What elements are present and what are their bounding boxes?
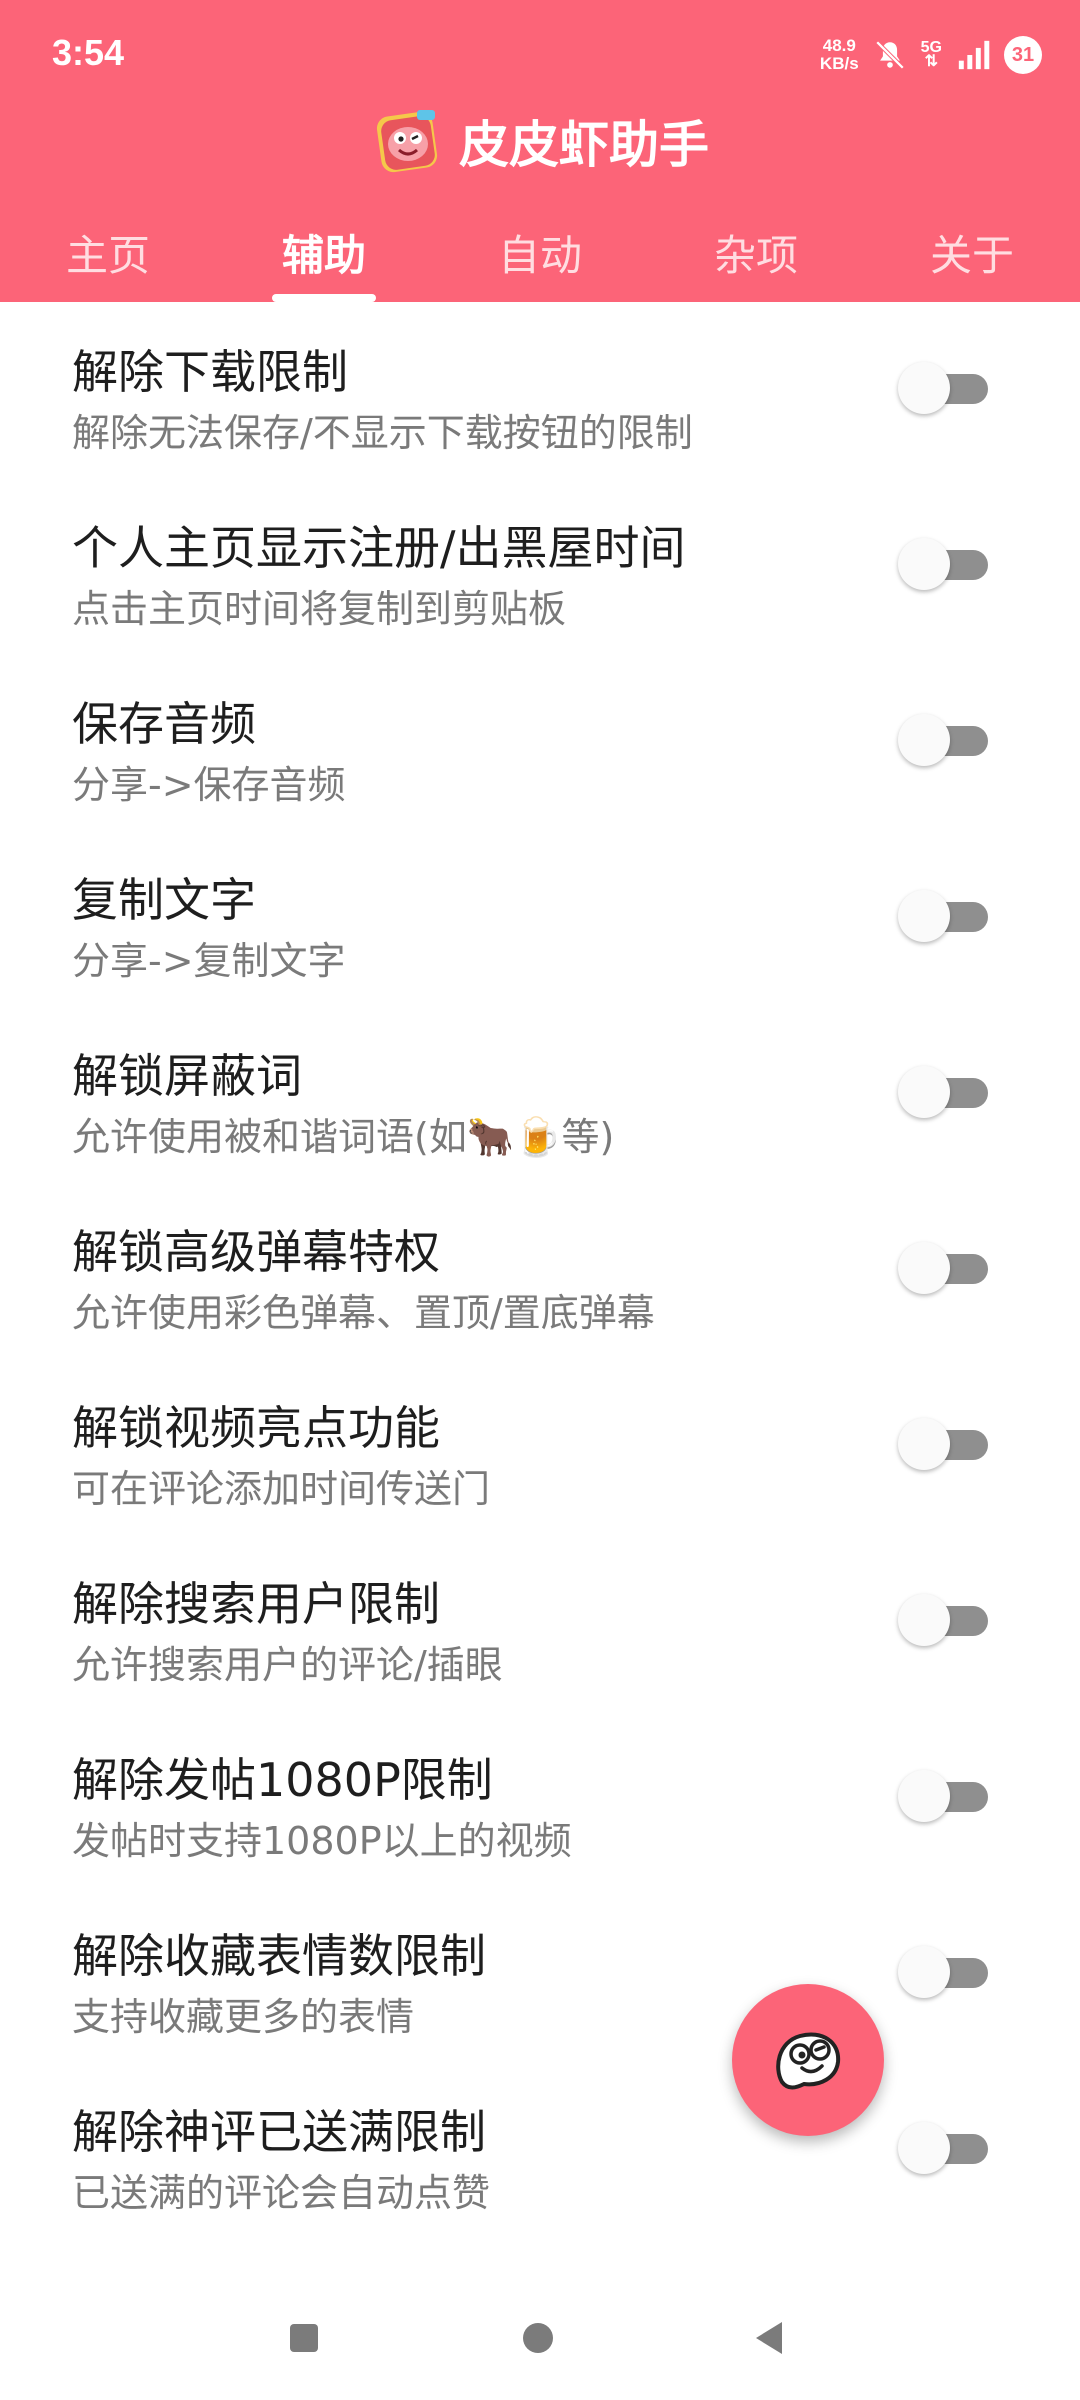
signal-bars-icon (958, 40, 990, 70)
setting-subtitle: 分享->保存音频 (72, 763, 346, 807)
app-title: 皮皮虾助手 (459, 116, 709, 174)
tab-assist[interactable]: 辅助 (216, 212, 432, 302)
setting-subtitle: 允许使用被和谐词语(如🐂🍺等) (72, 1115, 615, 1159)
app-header: 3:54 48.9 KB/s 5G ⇅ 31 皮皮虾助手 主页 辅助 自动 杂项… (0, 0, 1080, 302)
setting-subtitle: 可在评论添加时间传送门 (72, 1467, 491, 1511)
setting-row[interactable]: 解除收藏表情数限制 支持收藏更多的表情 (0, 1886, 1080, 2062)
tab-home[interactable]: 主页 (0, 212, 216, 302)
setting-title: 解锁屏蔽词 (72, 1049, 302, 1103)
setting-row[interactable]: 解除神评已送满限制 已送满的评论会自动点赞 (0, 2062, 1080, 2238)
setting-subtitle: 点击主页时间将复制到剪贴板 (72, 587, 567, 631)
setting-title: 解除发帖1080P限制 (72, 1753, 493, 1807)
setting-title: 解锁高级弹幕特权 (72, 1225, 440, 1279)
back-icon[interactable] (756, 2322, 782, 2354)
setting-toggle[interactable] (898, 1768, 990, 1824)
setting-row[interactable]: 解除发帖1080P限制 发帖时支持1080P以上的视频 (0, 1710, 1080, 1886)
status-time: 3:54 (52, 32, 125, 73)
setting-title: 保存音频 (72, 697, 256, 751)
setting-toggle[interactable] (898, 1592, 990, 1648)
setting-toggle[interactable] (898, 888, 990, 944)
setting-row[interactable]: 个人主页显示注册/出黑屋时间 点击主页时间将复制到剪贴板 (0, 478, 1080, 654)
tab-misc[interactable]: 杂项 (648, 212, 864, 302)
battery-badge: 31 (1004, 36, 1042, 74)
setting-subtitle: 已送满的评论会自动点赞 (72, 2171, 491, 2215)
setting-subtitle: 允许使用彩色弹幕、置顶/置底弹幕 (72, 1291, 655, 1335)
setting-title: 解锁视频亮点功能 (72, 1401, 440, 1455)
setting-subtitle: 发帖时支持1080P以上的视频 (72, 1819, 572, 1863)
setting-toggle[interactable] (898, 1416, 990, 1472)
setting-row[interactable]: 复制文字 分享->复制文字 (0, 830, 1080, 1006)
setting-row[interactable]: 解除搜索用户限制 允许搜索用户的评论/插眼 (0, 1534, 1080, 1710)
setting-title: 解除神评已送满限制 (72, 2105, 486, 2159)
setting-toggle[interactable] (898, 1944, 990, 2000)
tab-about[interactable]: 关于 (864, 212, 1080, 302)
tab-bar: 主页 辅助 自动 杂项 关于 (0, 212, 1080, 302)
setting-title: 解除下载限制 (72, 345, 348, 399)
setting-row[interactable]: 保存音频 分享->保存音频 (0, 654, 1080, 830)
shrimp-face-icon (776, 2032, 841, 2090)
tab-auto[interactable]: 自动 (432, 212, 648, 302)
recent-apps-icon[interactable] (290, 2324, 318, 2352)
setting-title: 解除收藏表情数限制 (72, 1929, 486, 1983)
setting-row[interactable]: 解除下载限制 解除无法保存/不显示下载按钮的限制 (0, 302, 1080, 478)
setting-title: 复制文字 (72, 873, 256, 927)
setting-toggle[interactable] (898, 1064, 990, 1120)
home-icon[interactable] (523, 2323, 553, 2353)
setting-toggle[interactable] (898, 1240, 990, 1296)
setting-toggle[interactable] (898, 360, 990, 416)
setting-toggle[interactable] (898, 536, 990, 592)
bell-off-icon (875, 40, 904, 70)
floating-action-button[interactable] (732, 1984, 884, 2136)
setting-toggle[interactable] (898, 2120, 990, 2176)
net-speed: 48.9 KB/s (819, 36, 859, 73)
setting-row[interactable]: 解锁屏蔽词 允许使用被和谐词语(如🐂🍺等) (0, 1006, 1080, 1182)
app-title-row: 皮皮虾助手 (0, 96, 1080, 186)
shrimp-logo-icon (376, 110, 438, 173)
setting-subtitle: 支持收藏更多的表情 (72, 1995, 415, 2039)
status-bar: 3:54 48.9 KB/s 5G ⇅ 31 (0, 0, 1080, 108)
tab-indicator (272, 294, 376, 302)
network-type: 5G ⇅ (920, 39, 942, 70)
setting-subtitle: 解除无法保存/不显示下载按钮的限制 (72, 411, 693, 455)
status-icons: 48.9 KB/s 5G ⇅ 31 (820, 28, 1042, 82)
setting-toggle[interactable] (898, 712, 990, 768)
system-nav-bar (0, 2296, 1080, 2400)
setting-subtitle: 分享->复制文字 (72, 939, 346, 983)
setting-row[interactable]: 解锁视频亮点功能 可在评论添加时间传送门 (0, 1358, 1080, 1534)
setting-title: 个人主页显示注册/出黑屋时间 (72, 521, 686, 575)
setting-title: 解除搜索用户限制 (72, 1577, 440, 1631)
setting-row[interactable]: 解锁高级弹幕特权 允许使用彩色弹幕、置顶/置底弹幕 (0, 1182, 1080, 1358)
setting-subtitle: 允许搜索用户的评论/插眼 (72, 1643, 503, 1687)
